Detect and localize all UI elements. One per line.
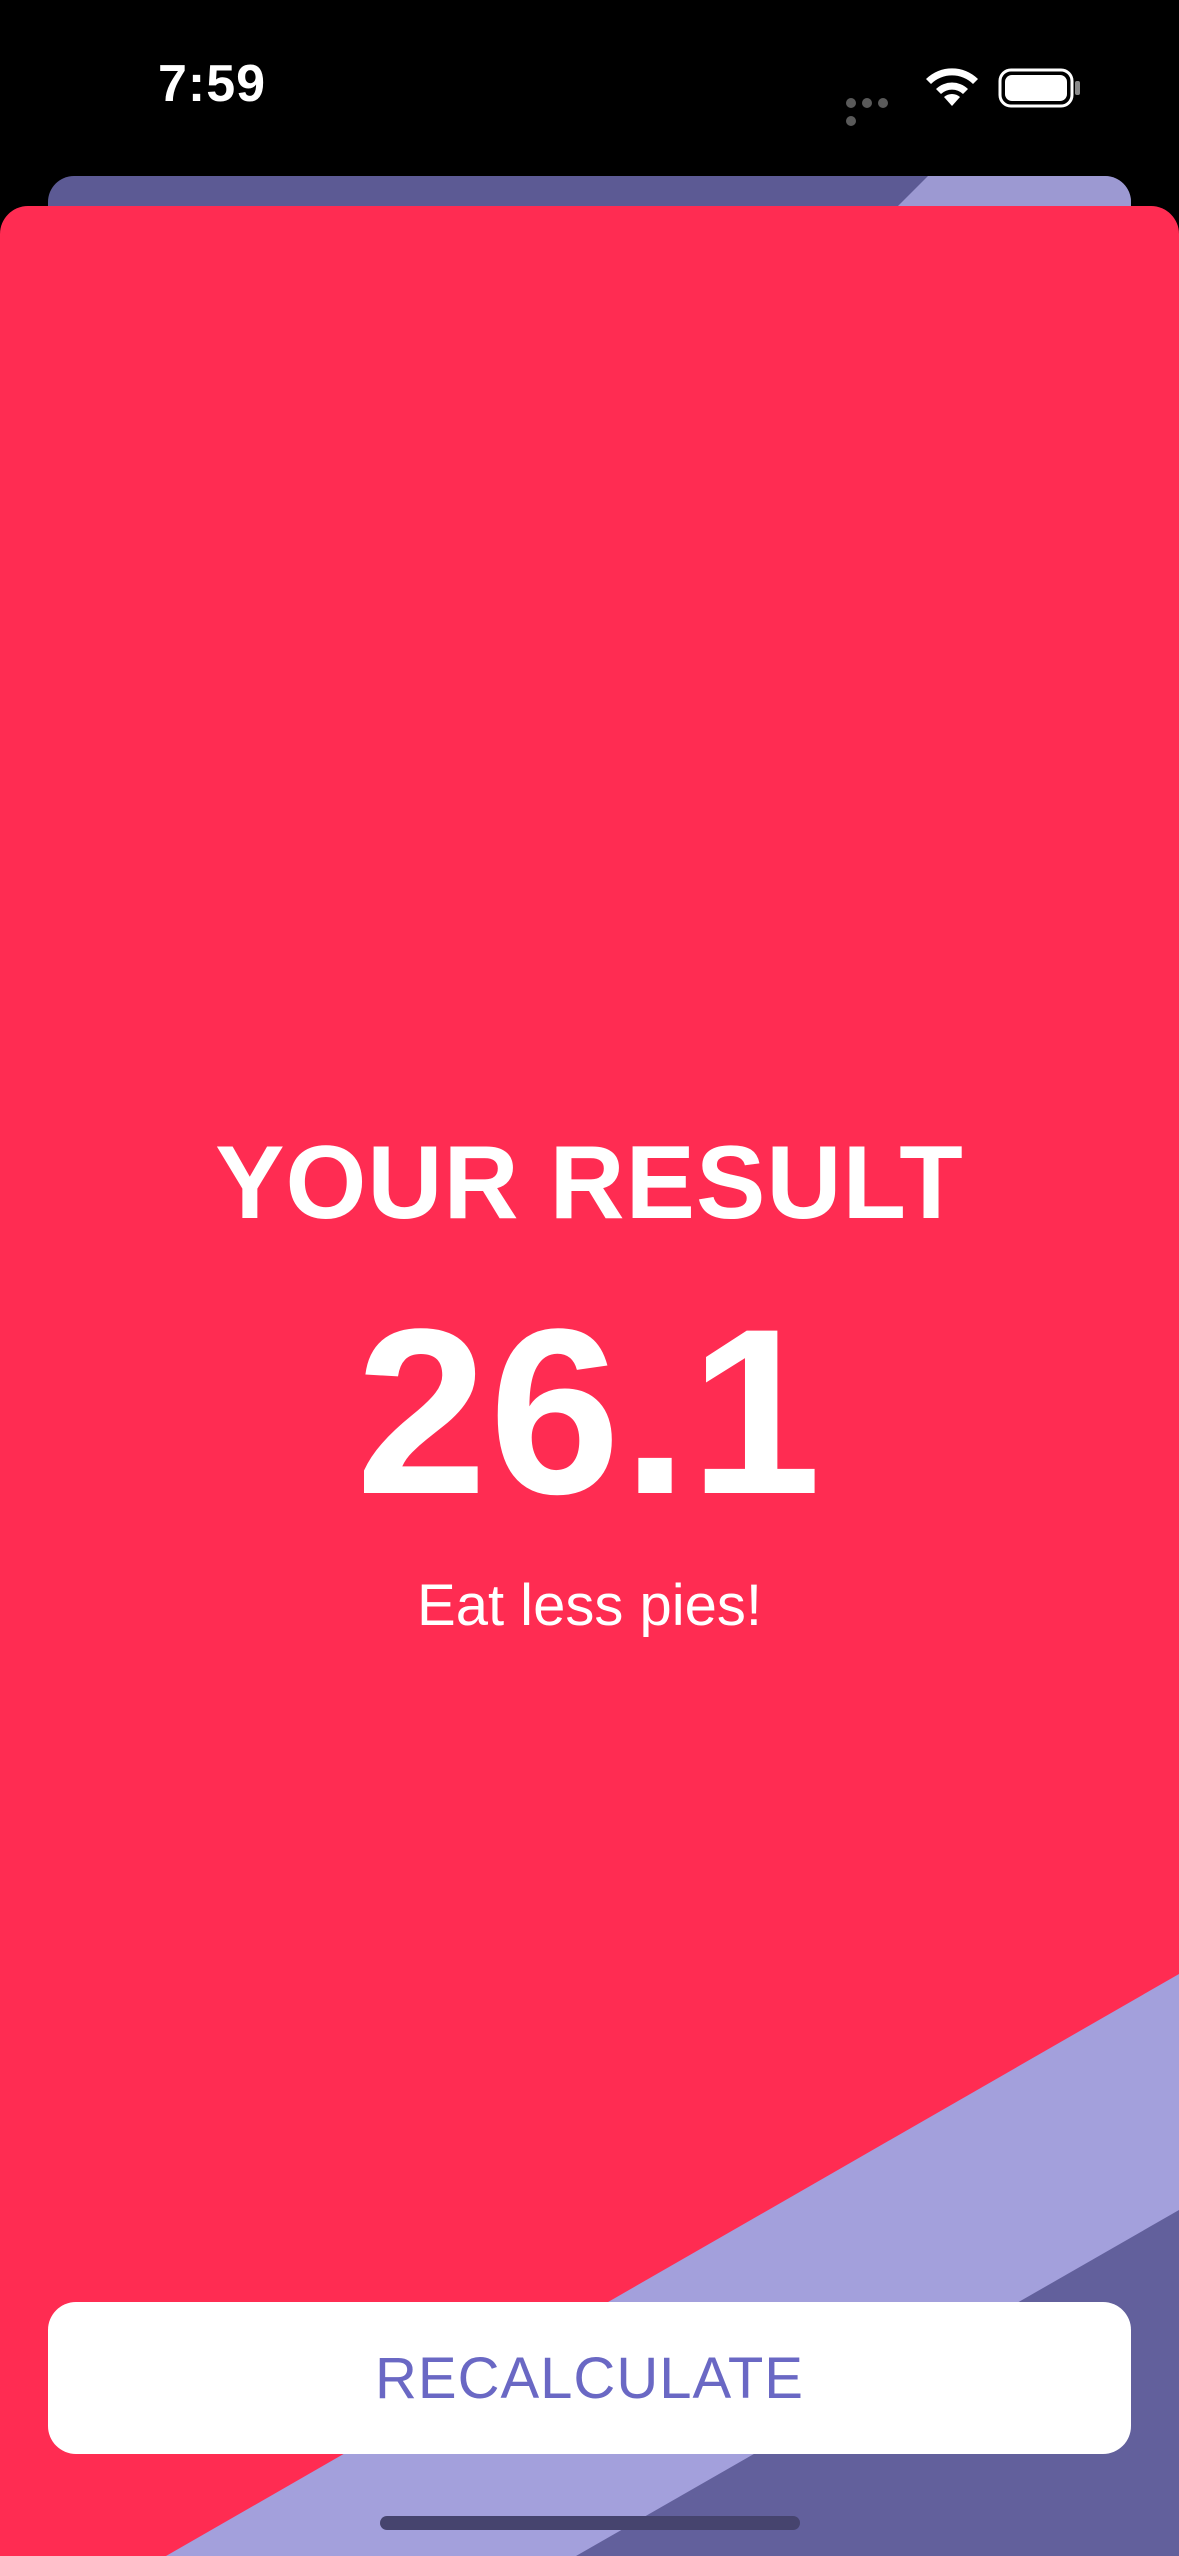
signal-dots-icon [846, 95, 906, 126]
bmi-value: 26.1 [355, 1280, 824, 1544]
recalculate-button[interactable]: RECALCULATE [48, 2302, 1131, 2454]
home-indicator [380, 2516, 800, 2530]
status-time: 7:59 [158, 55, 267, 113]
status-bar: 7:59 [0, 0, 1179, 170]
result-card: YOUR RESULT 26.1 Eat less pies! [0, 206, 1179, 2556]
result-advice: Eat less pies! [417, 1573, 762, 1638]
battery-icon [998, 68, 1080, 108]
wifi-icon [926, 68, 978, 106]
screen: 7:59 YOUR RESULT 26.1 Eat less pies! REC [0, 0, 1179, 2556]
result-title: YOUR RESULT [215, 1125, 964, 1241]
